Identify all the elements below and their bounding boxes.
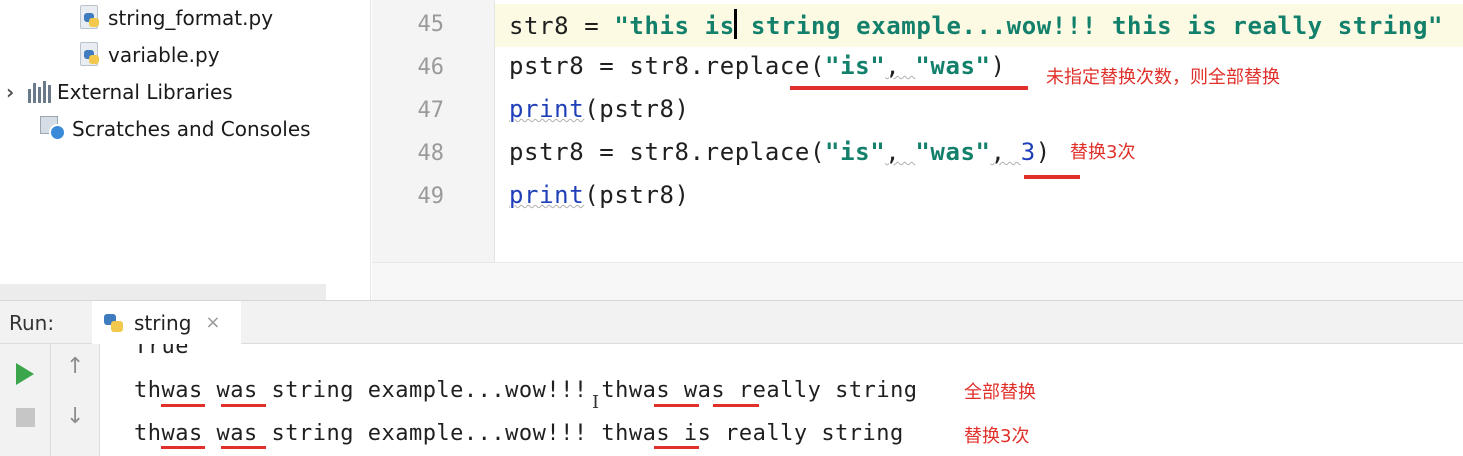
- console-text: is really string: [670, 421, 904, 446]
- editor-bottom-area: [372, 262, 1463, 300]
- run-label: Run:: [9, 311, 55, 335]
- python-file-icon: [78, 42, 102, 68]
- code-line-45[interactable]: str8 = "this is string example...wow!!! …: [509, 9, 1443, 40]
- console-text: th: [134, 421, 162, 446]
- down-arrow-icon[interactable]: ↓: [66, 404, 84, 429]
- console-text: was: [161, 378, 203, 403]
- code-line-47[interactable]: print(pstr8): [509, 95, 690, 123]
- console-text: was: [628, 378, 671, 403]
- project-tree-panel: string_format.py variable.py › External …: [0, 0, 371, 300]
- code-string: "was": [915, 52, 991, 80]
- annotation-underline: [654, 404, 699, 407]
- code-token: (pstr8): [584, 181, 690, 209]
- code-token: ): [990, 52, 1006, 80]
- line-number: 49: [417, 184, 445, 209]
- console-text: th: [134, 378, 162, 403]
- annotation-underline: [713, 404, 759, 407]
- console-line: thwas was string example...wow!!! thwas …: [134, 421, 904, 446]
- code-token: (pstr8): [584, 95, 690, 123]
- code-token: pstr8 = str8.replace(: [509, 138, 826, 166]
- code-token: str8 =: [509, 12, 615, 40]
- scratches-icon: [40, 116, 68, 142]
- horizontal-scrollbar[interactable]: [0, 284, 326, 300]
- code-string: string example...wow!!! this is really s…: [735, 12, 1444, 40]
- line-number: 45: [417, 12, 445, 37]
- console-text: string example...wow!!! th: [257, 378, 629, 403]
- toolbar-divider: [50, 344, 51, 456]
- run-tab-string[interactable]: string ×: [92, 301, 241, 344]
- code-token: ): [1035, 138, 1051, 166]
- line-number: 47: [417, 98, 445, 123]
- code-string: "was": [915, 138, 991, 166]
- code-line-48[interactable]: pstr8 = str8.replace("is", "was", 3): [509, 138, 1051, 166]
- tree-item-label: string_format.py: [108, 6, 274, 30]
- console-line: thwas was string example...wow!!! thwas …: [134, 378, 918, 403]
- code-editor[interactable]: 45 46 47 48 49 str8 = "this is string ex…: [372, 0, 1463, 262]
- console-line: True: [134, 344, 189, 359]
- tree-item-external-libraries[interactable]: › External Libraries: [6, 77, 233, 107]
- annotation-note: 替换3次: [1070, 142, 1136, 163]
- run-panel-header: Run: string ×: [0, 300, 1463, 344]
- code-token: ,: [990, 138, 1021, 166]
- code-number: 3: [1020, 138, 1036, 166]
- code-builtin: print: [509, 181, 585, 209]
- play-icon[interactable]: [16, 363, 34, 385]
- python-file-icon: [78, 5, 102, 31]
- tree-item-label: variable.py: [108, 43, 220, 67]
- tree-item-string-format[interactable]: string_format.py: [78, 3, 273, 33]
- tree-item-label: Scratches and Consoles: [72, 117, 311, 141]
- run-console-output[interactable]: True thwas was string example...wow!!! t…: [101, 344, 1463, 456]
- console-text: was: [683, 378, 726, 403]
- annotation-note: 替换3次: [964, 426, 1030, 447]
- code-line-46[interactable]: pstr8 = str8.replace("is", "was"): [509, 52, 1006, 80]
- tree-item-variable[interactable]: variable.py: [78, 40, 220, 70]
- console-text: string example...wow!!! th: [257, 421, 629, 446]
- library-icon: [28, 81, 51, 103]
- code-string: "is": [825, 138, 886, 166]
- python-icon: [102, 310, 126, 336]
- console-text: was: [628, 421, 671, 446]
- run-toolbar: ↑ ↓: [0, 344, 100, 456]
- run-tab-label: string: [134, 310, 192, 335]
- code-token: ,: [885, 52, 916, 80]
- tree-item-label: External Libraries: [57, 80, 233, 104]
- console-text: was: [216, 421, 258, 446]
- up-arrow-icon[interactable]: ↑: [66, 354, 84, 379]
- tree-item-scratches[interactable]: Scratches and Consoles: [40, 114, 311, 144]
- code-string: "is": [825, 52, 886, 80]
- annotation-note: 全部替换: [964, 382, 1036, 403]
- annotation-note: 未指定替换次数，则全部替换: [1046, 67, 1280, 88]
- code-line-49[interactable]: print(pstr8): [509, 181, 690, 209]
- annotation-underline: [1024, 175, 1080, 179]
- annotation-underline: [654, 446, 699, 449]
- code-token: pstr8 = str8.replace(: [509, 52, 826, 80]
- text-cursor-icon: I: [592, 392, 600, 413]
- code-string: "this is: [614, 12, 735, 40]
- chevron-right-icon[interactable]: ›: [6, 80, 28, 104]
- console-text: was: [216, 378, 258, 403]
- annotation-underline: [221, 404, 266, 407]
- stop-icon[interactable]: [16, 408, 35, 427]
- code-builtin: print: [509, 95, 585, 123]
- line-number: 46: [417, 55, 445, 80]
- annotation-underline: [790, 86, 1028, 90]
- annotation-underline: [161, 404, 205, 407]
- close-icon[interactable]: ×: [205, 312, 220, 333]
- line-number-gutter: 45 46 47 48 49: [372, 0, 495, 262]
- annotation-underline: [161, 446, 205, 449]
- line-number: 48: [417, 141, 445, 166]
- console-text: was: [161, 421, 203, 446]
- annotation-underline: [221, 446, 266, 449]
- code-token: ,: [885, 138, 916, 166]
- console-text: really string: [725, 378, 918, 403]
